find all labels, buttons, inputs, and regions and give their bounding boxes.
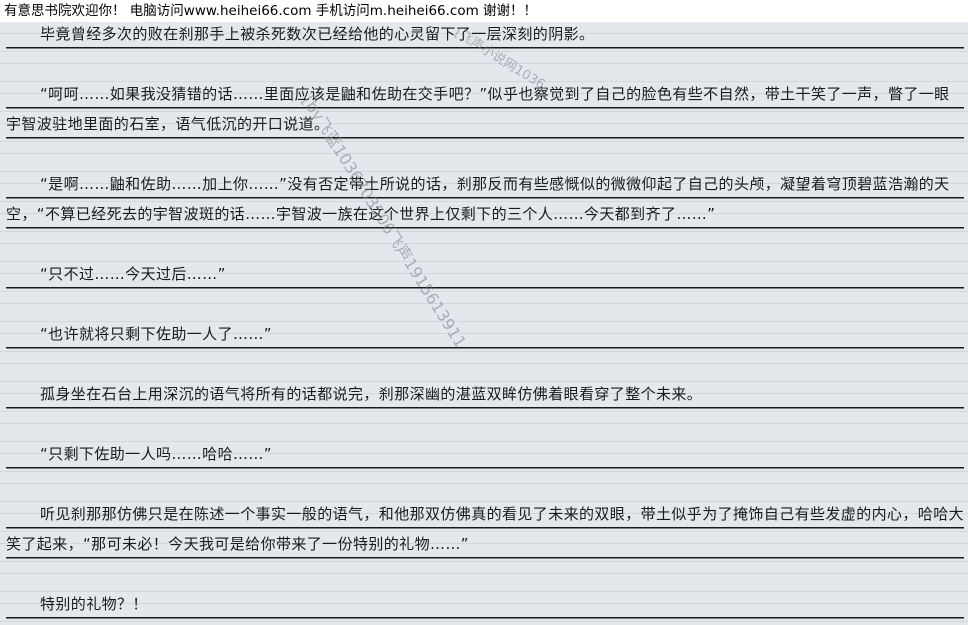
paragraph-9: 特别的礼物？！ bbox=[6, 589, 964, 619]
paragraph-3: “是啊……鼬和佐助……加上你……”没有否定带土所说的话，刹那反而有些感慨似的微微… bbox=[6, 169, 964, 229]
paragraph-text: “只不过……今天过后……” bbox=[40, 265, 226, 283]
paragraph-text: 听见刹那那仿佛只是在陈述一个事实一般的语气，和他那双仿佛真的看见了未来的双眼，带… bbox=[6, 505, 965, 553]
paragraph-text: “呵呵……如果我没猜错的话……里面应该是鼬和佐助在交手吧？”似乎也察觉到了自己的… bbox=[6, 85, 950, 133]
paragraph-7: “只剩下佐助一人吗……哈哈……” bbox=[6, 439, 964, 469]
paragraph-6: 孤身坐在石台上用深沉的语气将所有的话都说完，刹那深幽的湛蓝双眸仿佛着眼看穿了整个… bbox=[6, 379, 964, 409]
paragraph-text: 孤身坐在石台上用深沉的语气将所有的话都说完，刹那深幽的湛蓝双眸仿佛着眼看穿了整个… bbox=[40, 385, 703, 403]
paragraph-5: “也许就将只剩下佐助一人了……” bbox=[6, 319, 964, 349]
paragraph-text: 特别的礼物？！ bbox=[40, 595, 148, 613]
paragraph-text: “也许就将只剩下佐助一人了……” bbox=[40, 325, 272, 343]
paragraph-text: “是啊……鼬和佐助……加上你……”没有否定带土所说的话，刹那反而有些感慨似的微微… bbox=[6, 175, 950, 223]
paragraph-2: “呵呵……如果我没猜错的话……里面应该是鼬和佐助在交手吧？”似乎也察觉到了自己的… bbox=[6, 79, 964, 139]
paragraph-4: “只不过……今天过后……” bbox=[6, 259, 964, 289]
paragraph-8: 听见刹那那仿佛只是在陈述一个事实一般的语气，和他那双仿佛真的看见了未来的双眼，带… bbox=[6, 499, 964, 559]
chapter-page: 毕竟曾经多次的败在刹那手上被杀死数次已经给他的心灵留下了一层深刻的阴影。 “呵呵… bbox=[0, 22, 968, 625]
paragraph-text: 毕竟曾经多次的败在刹那手上被杀死数次已经给他的心灵留下了一层深刻的阴影。 bbox=[40, 25, 595, 43]
paragraph-text: “只剩下佐助一人吗……哈哈……” bbox=[40, 445, 272, 463]
site-banner-text: 有意思书院欢迎你！ 电脑访问www.heihei66.com 手机访问m.hei… bbox=[4, 3, 538, 19]
site-banner: 有意思书院欢迎你！ 电脑访问www.heihei66.com 手机访问m.hei… bbox=[0, 0, 968, 22]
